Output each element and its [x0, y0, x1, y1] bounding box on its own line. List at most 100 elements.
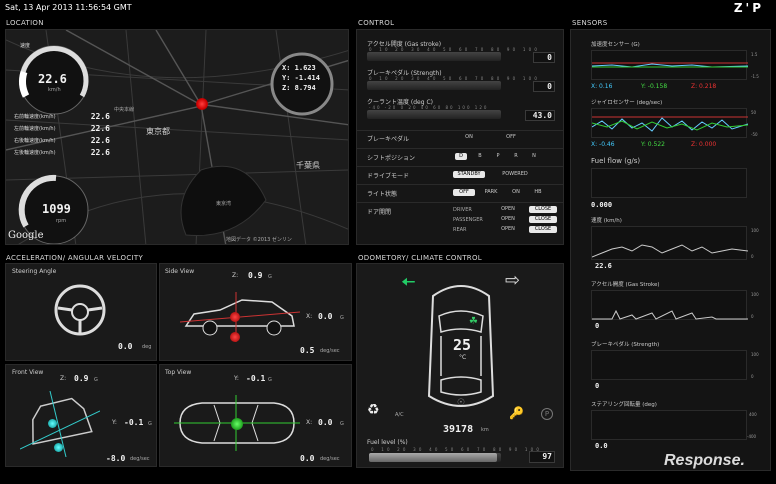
- coord-x-value: 1.623: [294, 64, 316, 72]
- coord-y-value: -1.414: [294, 74, 320, 82]
- top-x-label: X:: [306, 419, 313, 426]
- shift-label: シフトポジション: [367, 155, 416, 162]
- brake-sensor-value: 0: [595, 382, 600, 390]
- map-label-bay: 東京湾: [216, 201, 232, 207]
- light-hb-option[interactable]: HB: [531, 189, 545, 196]
- speed-label: 速度: [20, 43, 31, 49]
- gas-sensor-value: 0: [595, 322, 600, 330]
- coord-z-value: 8.794: [294, 84, 316, 92]
- speed-sensor-top: 100: [751, 228, 759, 233]
- shift-n-option[interactable]: N: [529, 153, 539, 160]
- door-label: ドア開閉: [367, 209, 392, 216]
- gyro-z: Z: 0.000: [691, 141, 717, 148]
- steering-title: Steering Angle: [12, 268, 57, 275]
- door-driver-close[interactable]: CLOSE: [529, 206, 557, 213]
- door-passenger-close[interactable]: CLOSE: [529, 216, 557, 223]
- accel-sensor-bottom: -1.5: [751, 74, 759, 79]
- rpm-unit: rpm: [56, 218, 67, 224]
- coord-z: Z: 8.794: [282, 84, 316, 92]
- brake-on-option[interactable]: ON: [461, 134, 477, 141]
- brake-off-option[interactable]: OFF: [503, 134, 519, 141]
- light-on-option[interactable]: ON: [509, 189, 523, 196]
- side-x-label: X:: [306, 313, 313, 320]
- gas-bar: [367, 52, 501, 61]
- coolant-bar: [367, 110, 501, 119]
- google-logo: Google: [8, 230, 44, 241]
- coolant-value: 43.0: [525, 110, 555, 121]
- datetime: Sat, 13 Apr 2013 11:56:54 GMT: [5, 3, 132, 12]
- front-y-unit: G: [148, 421, 152, 427]
- shift-p-option[interactable]: P: [493, 153, 503, 160]
- accel-sensor-label: 加速度センサー (G): [591, 42, 640, 48]
- accel-sensor-top: 1.5: [751, 52, 758, 57]
- light-off-option[interactable]: OFF: [453, 189, 475, 196]
- brake-pedal-row: ブレーキペダル ON OFF: [357, 130, 563, 144]
- shift-b-option[interactable]: B: [475, 153, 485, 160]
- map-credit: 地図データ ©2013 ゼンリン: [226, 237, 292, 243]
- location-title: LOCATION: [6, 19, 44, 27]
- side-x-value: 0.0: [318, 312, 333, 321]
- left-turn-signal-icon: 🠤: [401, 272, 416, 293]
- wheel-speed-value: 22.6: [90, 112, 110, 121]
- light-park-option[interactable]: PARK: [481, 189, 501, 196]
- steer-sensor-graph: [591, 410, 747, 440]
- climate-temp-unit: °C: [459, 354, 467, 361]
- coord-x: X: 1.623: [282, 64, 316, 72]
- top-view-panel: Top View Y: -0.1 G X: 0.0 G 0.0 deg/sec: [159, 364, 352, 467]
- map-label-chuo: 中央本線: [114, 107, 135, 113]
- powered-option[interactable]: POWERED: [499, 171, 531, 178]
- wheel-speed-row: 右前輪速度(km/h) 22.6: [14, 112, 110, 124]
- steer-sensor-label: ステアリング回転量 (deg): [591, 402, 657, 408]
- accel-z: Z: 0.218: [691, 83, 717, 90]
- gyro-sensor-bottom: -50: [751, 132, 758, 137]
- ac-label: A/C: [395, 412, 404, 418]
- top-view-title: Top View: [165, 369, 192, 376]
- fuel-level-value: 97: [529, 451, 555, 463]
- side-view-title: Side View: [165, 268, 195, 275]
- speed-sensor-label: 速度 (km/h): [591, 218, 622, 224]
- door-passenger-open[interactable]: OPEN: [499, 216, 517, 223]
- top-rate-value: 0.0: [300, 454, 315, 463]
- wheel-speed-row: 左前輪速度(km/h) 22.6: [14, 124, 110, 136]
- climate-temp: 25: [453, 336, 472, 354]
- side-accel-dot-lower: [230, 332, 240, 342]
- top-bar: Sat, 13 Apr 2013 11:56:54 GMT Z'P: [0, 0, 776, 16]
- wheel-speed-label: 左後輪速度(km/h): [14, 150, 56, 156]
- door-driver-open[interactable]: OPEN: [499, 206, 517, 213]
- location-map[interactable]: 東京都 千葉県 中央本線 大宮 東京湾 速度 22.6 km/h 右前輪速度(k…: [5, 29, 349, 245]
- front-y-label: Y:: [112, 419, 117, 426]
- door-rear-close[interactable]: CLOSE: [529, 226, 557, 233]
- rpm-value: 1099: [42, 202, 71, 216]
- wheel-speed-label: 右前輪速度(km/h): [14, 114, 56, 120]
- fuel-level-bar: [369, 453, 501, 462]
- steering-unit: deg: [142, 344, 152, 350]
- wheel-speed-row: 右後輪速度(km/h) 22.6: [14, 136, 110, 148]
- top-y-value: -0.1: [246, 374, 266, 383]
- shift-row: シフトポジション D B P R N: [357, 148, 563, 162]
- front-rate-unit: deg/sec: [130, 456, 150, 462]
- gas-value: 0: [533, 52, 555, 63]
- wheel-speed-value: 22.6: [90, 124, 110, 133]
- speed-value: 22.6: [38, 72, 67, 86]
- brake-sensor-graph: [591, 350, 747, 380]
- front-view-panel: Front View Z: 0.9 G Y: -0.1 G -8.0 deg/s…: [5, 364, 157, 467]
- brake-bar: [367, 81, 501, 90]
- door-rear-open[interactable]: OPEN: [499, 226, 517, 233]
- front-z-value: 0.9: [74, 374, 89, 383]
- vehicle-position-marker: [196, 98, 208, 110]
- front-rate-value: -8.0: [106, 454, 126, 463]
- sensors-title: SENSORS: [572, 19, 608, 27]
- front-accel-dot-lower: [54, 443, 63, 452]
- side-x-unit: G: [340, 315, 344, 321]
- fuel-level-ticks: 0 10 20 30 40 50 60 70 80 90 100: [371, 447, 543, 452]
- top-y-unit: G: [268, 377, 272, 383]
- standby-option[interactable]: STANDBY: [453, 171, 485, 178]
- response-watermark: Response.: [664, 452, 745, 469]
- shift-r-option[interactable]: R: [511, 153, 521, 160]
- shift-d-option[interactable]: D: [455, 153, 467, 160]
- defrost-icon: ☉: [457, 398, 466, 408]
- brand-logo: Z'P: [733, 1, 764, 15]
- odometry-title: ODOMETORY/ CLIMATE CONTROL: [358, 254, 482, 262]
- side-rate-unit: deg/sec: [320, 348, 340, 354]
- top-x-unit: G: [340, 421, 344, 427]
